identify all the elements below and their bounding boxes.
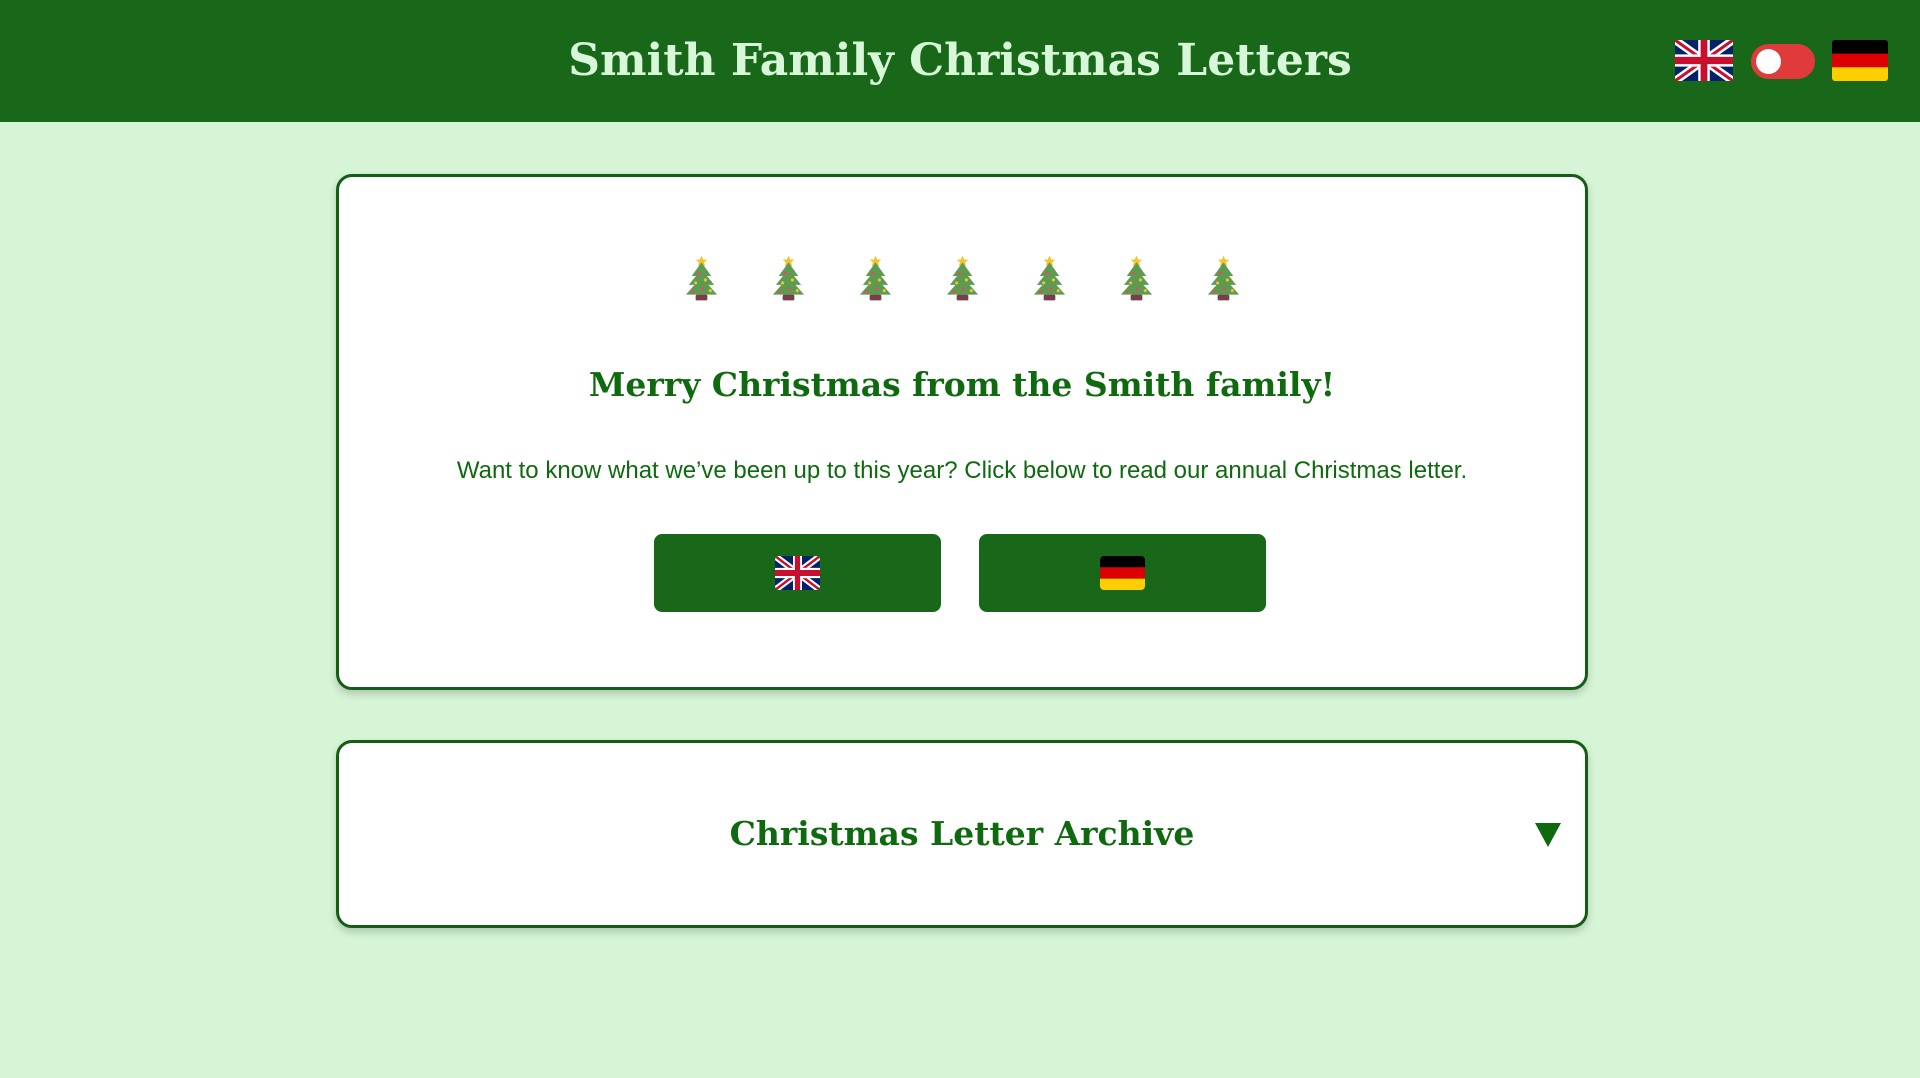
greeting-heading: Merry Christmas from the Smith family!	[588, 365, 1336, 404]
germany-flag-icon[interactable]	[1832, 40, 1888, 81]
christmas-tree-icon	[769, 253, 808, 303]
language-toggle[interactable]	[1751, 44, 1815, 79]
christmas-tree-icon	[682, 253, 721, 303]
top-bar: Smith Family Christmas Letters	[0, 0, 1920, 122]
archive-card[interactable]: Christmas Letter Archive	[336, 740, 1588, 928]
uk-flag-icon	[775, 556, 820, 590]
archive-title: Christmas Letter Archive	[729, 814, 1195, 853]
christmas-tree-row	[339, 253, 1585, 303]
germany-flag-icon	[1100, 556, 1145, 590]
christmas-tree-icon	[943, 253, 982, 303]
site-title: Smith Family Christmas Letters	[568, 35, 1352, 86]
welcome-card: Merry Christmas from the Smith family! W…	[336, 174, 1588, 690]
read-letter-german-button[interactable]	[979, 534, 1266, 612]
triangle-down-icon[interactable]	[1533, 819, 1563, 849]
uk-flag-icon[interactable]	[1675, 40, 1733, 81]
christmas-tree-icon	[1204, 253, 1243, 303]
christmas-tree-icon	[856, 253, 895, 303]
toggle-knob	[1756, 49, 1781, 74]
christmas-tree-icon	[1117, 253, 1156, 303]
read-letter-english-button[interactable]	[654, 534, 941, 612]
christmas-tree-icon	[1030, 253, 1069, 303]
intro-text: Want to know what we’ve been up to this …	[456, 457, 1468, 484]
